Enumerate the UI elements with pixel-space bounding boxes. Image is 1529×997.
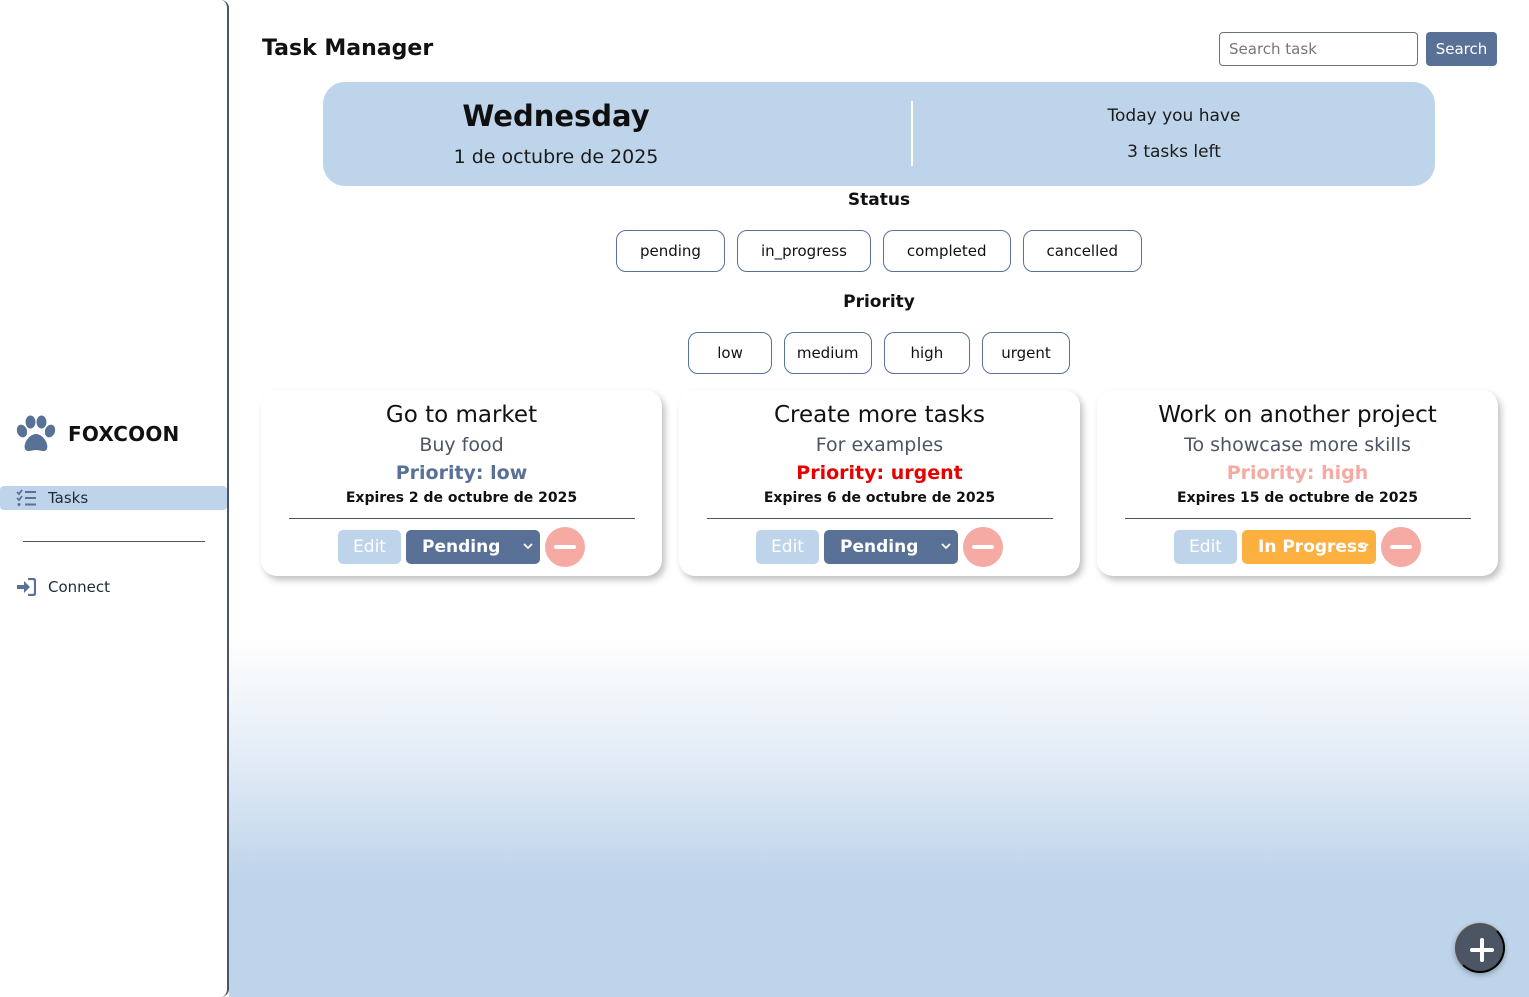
task-title: Work on another project xyxy=(1158,402,1437,428)
page-title: Task Manager xyxy=(262,36,434,61)
status-select[interactable]: Pending xyxy=(824,530,958,564)
priority-chip-high[interactable]: high xyxy=(883,332,971,374)
task-expires: Expires 6 de octubre de 2025 xyxy=(763,490,996,506)
day-name: Wednesday xyxy=(462,99,650,133)
sidebar-item-label: Tasks xyxy=(48,489,89,507)
status-select-value: Pending xyxy=(840,537,919,557)
minus-icon xyxy=(972,545,994,549)
edit-button[interactable]: Edit xyxy=(1174,530,1237,564)
priority-chip-medium[interactable]: medium xyxy=(783,332,872,374)
priority-chip-low[interactable]: low xyxy=(688,332,772,374)
task-divider xyxy=(289,518,635,519)
status-chip-pending[interactable]: pending xyxy=(615,230,725,272)
task-divider xyxy=(1125,518,1471,519)
sidebar-item-connect[interactable]: Connect xyxy=(0,575,227,599)
task-actions: Edit In Progress xyxy=(1097,527,1498,567)
sidebar-item-label: Connect xyxy=(48,578,111,596)
sidebar-divider xyxy=(23,541,205,542)
brand: FOXCOON xyxy=(14,414,179,454)
task-divider xyxy=(707,518,1053,519)
chevron-down-icon xyxy=(1359,543,1369,550)
priority-chip-urgent[interactable]: urgent xyxy=(982,332,1070,374)
task-description: Buy food xyxy=(419,434,504,456)
task-actions: Edit Pending xyxy=(261,527,662,567)
status-select-value: Pending xyxy=(422,537,501,557)
tasks-left-count: 3 tasks left xyxy=(1127,142,1221,162)
task-title: Create more tasks xyxy=(773,402,986,428)
list-check-icon xyxy=(16,489,36,506)
delete-button[interactable] xyxy=(963,527,1003,567)
brand-name: FOXCOON xyxy=(68,422,180,446)
task-card: Create more tasks For examples Priority:… xyxy=(679,390,1080,576)
task-priority: Priority: urgent xyxy=(796,462,963,484)
status-filter-title: Status xyxy=(847,190,911,210)
delete-button[interactable] xyxy=(1381,527,1421,567)
status-select-value: In Progress xyxy=(1258,537,1368,557)
status-filter-chips: pending in_progress completed cancelled xyxy=(229,230,1529,272)
priority-filter-title: Priority xyxy=(843,292,915,312)
status-select[interactable]: Pending xyxy=(406,530,540,564)
main-content: Task Manager Search Wednesday 1 de octub… xyxy=(229,0,1529,997)
task-actions: Edit Pending xyxy=(679,527,1080,567)
sidebar-item-tasks[interactable]: Tasks xyxy=(0,486,227,510)
delete-button[interactable] xyxy=(545,527,585,567)
task-title: Go to market xyxy=(385,402,538,428)
task-description: For examples xyxy=(815,434,944,456)
paw-icon xyxy=(16,415,56,452)
task-expires: Expires 2 de octubre de 2025 xyxy=(345,490,578,506)
edit-button[interactable]: Edit xyxy=(756,530,819,564)
minus-icon xyxy=(1390,545,1412,549)
date-panel: Wednesday 1 de octubre de 2025 xyxy=(323,82,789,186)
search-input[interactable] xyxy=(1219,32,1418,66)
status-chip-completed[interactable]: completed xyxy=(882,230,1011,272)
chevron-down-icon xyxy=(941,543,951,550)
today-banner: Wednesday 1 de octubre de 2025 Today you… xyxy=(323,82,1435,186)
task-priority: Priority: low xyxy=(395,462,528,484)
task-description: To showcase more skills xyxy=(1184,434,1411,456)
chevron-down-icon xyxy=(523,543,533,550)
sidebar: FOXCOON Tasks Connect xyxy=(0,0,229,997)
tasks-left-panel: Today you have 3 tasks left xyxy=(913,82,1529,186)
tasks-left-intro: Today you have xyxy=(1107,106,1241,126)
status-chip-in-progress[interactable]: in_progress xyxy=(736,230,871,272)
task-list: Go to market Buy food Priority: low Expi… xyxy=(261,390,1498,576)
search-button[interactable]: Search xyxy=(1426,32,1497,66)
task-expires: Expires 15 de octubre de 2025 xyxy=(1177,490,1418,506)
task-card: Go to market Buy food Priority: low Expi… xyxy=(261,390,662,576)
priority-filter-chips: low medium high urgent xyxy=(229,332,1529,374)
full-date: 1 de octubre de 2025 xyxy=(453,146,659,168)
sign-in-icon xyxy=(17,578,36,596)
edit-button[interactable]: Edit xyxy=(338,530,401,564)
add-task-button[interactable] xyxy=(1455,923,1505,973)
task-card: Work on another project To showcase more… xyxy=(1097,390,1498,576)
task-priority: Priority: high xyxy=(1226,462,1369,484)
status-chip-cancelled[interactable]: cancelled xyxy=(1022,230,1143,272)
minus-icon xyxy=(554,545,576,549)
status-select[interactable]: In Progress xyxy=(1242,530,1376,564)
